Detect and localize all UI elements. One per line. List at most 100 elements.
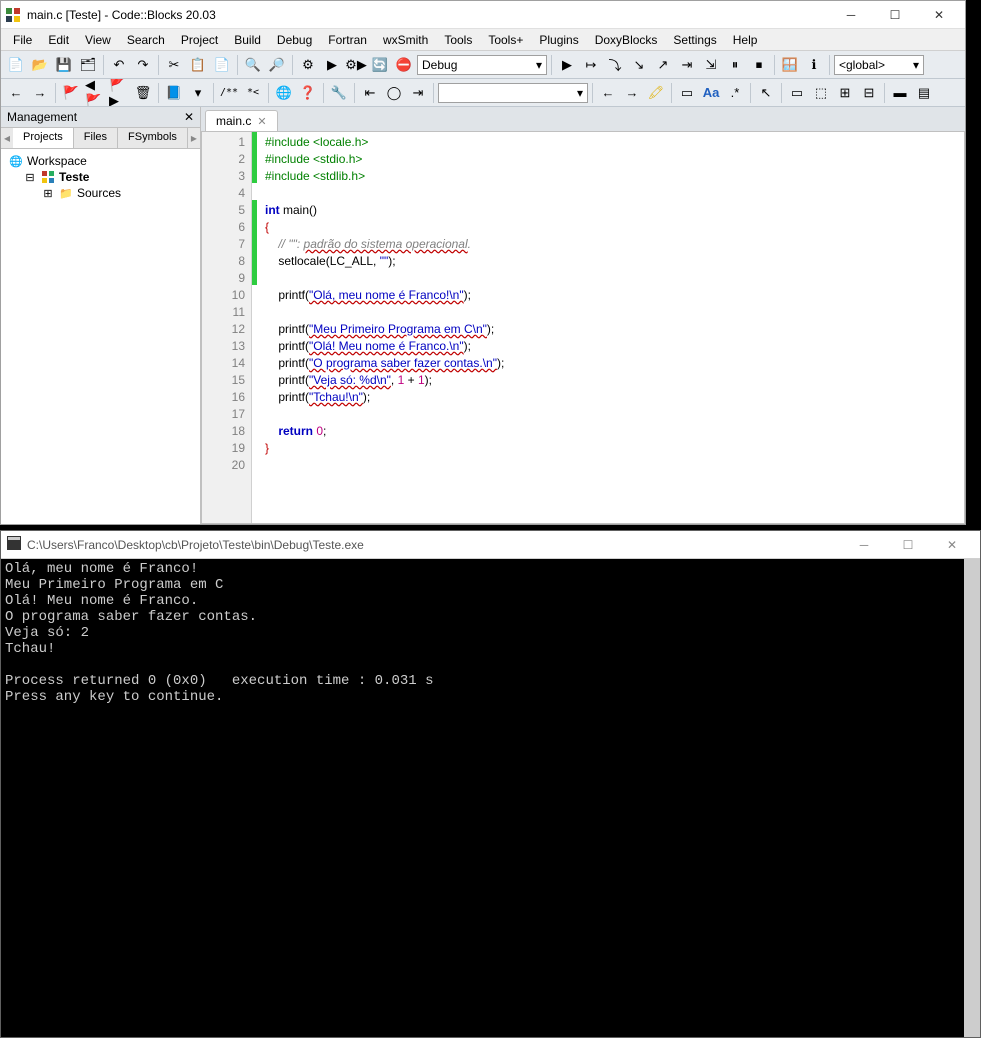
menu-tools[interactable]: Tools <box>436 31 480 49</box>
management-tab-next[interactable]: ▸ <box>188 128 200 148</box>
undo-icon[interactable]: ↶ <box>108 54 130 76</box>
tab-files[interactable]: Files <box>74 128 118 148</box>
abort-icon[interactable]: ⛔ <box>393 54 415 76</box>
editor-tab-mainc[interactable]: main.c ✕ <box>205 110 278 131</box>
tree-project[interactable]: ⊟ Teste <box>5 169 196 185</box>
jump-forward-icon[interactable]: ⇥ <box>407 82 429 104</box>
layout3-icon[interactable]: ⊞ <box>834 82 856 104</box>
new-icon[interactable]: 📄 <box>5 54 27 76</box>
layout4-icon[interactable]: ⊟ <box>858 82 880 104</box>
extract-docs-icon[interactable]: ▾ <box>187 82 209 104</box>
info-icon[interactable]: ℹ <box>803 54 825 76</box>
selection-icon[interactable]: ▭ <box>676 82 698 104</box>
menu-wxsmith[interactable]: wxSmith <box>375 31 436 49</box>
back-icon[interactable]: ← <box>5 82 27 104</box>
code-text[interactable]: #include <locale.h>#include <stdio.h>#in… <box>257 132 964 523</box>
expand-icon[interactable]: ⊟ <box>23 170 37 184</box>
copy-icon[interactable]: 📋 <box>187 54 209 76</box>
line-comment-icon[interactable]: *< <box>242 82 264 104</box>
save-icon[interactable]: 💾 <box>53 54 75 76</box>
step-out-icon[interactable]: ↗ <box>652 54 674 76</box>
editor-body[interactable]: 1234567891011121314151617181920 #include… <box>201 131 965 524</box>
close-button[interactable]: ✕ <box>917 1 961 29</box>
scope-dropdown[interactable]: <global>▾ <box>834 55 924 75</box>
console-maximize-button[interactable]: ☐ <box>886 531 930 559</box>
step-into-icon[interactable]: ↘ <box>628 54 650 76</box>
replace-icon[interactable]: 🔎 <box>266 54 288 76</box>
tab-fsymbols[interactable]: FSymbols <box>118 128 188 148</box>
menu-debug[interactable]: Debug <box>269 31 320 49</box>
regex-icon[interactable]: .* <box>724 82 746 104</box>
menu-doxyblocks[interactable]: DoxyBlocks <box>587 31 666 49</box>
menu-toolsplus[interactable]: Tools+ <box>480 31 531 49</box>
menu-help[interactable]: Help <box>725 31 766 49</box>
menu-project[interactable]: Project <box>173 31 226 49</box>
maximize-button[interactable]: ☐ <box>873 1 917 29</box>
layout5-icon[interactable]: ▬ <box>889 82 911 104</box>
menu-edit[interactable]: Edit <box>40 31 77 49</box>
buildrun-icon[interactable]: ⚙▶ <box>345 54 367 76</box>
expand-icon[interactable]: ⊞ <box>41 186 55 200</box>
cursor-icon[interactable]: ↖ <box>755 82 777 104</box>
jump-back-icon[interactable]: ⇤ <box>359 82 381 104</box>
console-minimize-button[interactable]: ─ <box>842 531 886 559</box>
menu-view[interactable]: View <box>77 31 119 49</box>
close-tab-icon[interactable]: ✕ <box>257 115 266 128</box>
bookmark-toggle-icon[interactable]: 🚩 <box>60 82 82 104</box>
run-icon[interactable]: ▶ <box>321 54 343 76</box>
doxygen-wizard-icon[interactable]: 📘 <box>163 82 185 104</box>
tree-sources-folder[interactable]: ⊞ 📁 Sources <box>5 185 196 201</box>
chm-docs-icon[interactable]: ❓ <box>297 82 319 104</box>
menu-plugins[interactable]: Plugins <box>531 31 586 49</box>
menu-settings[interactable]: Settings <box>665 31 724 49</box>
block-comment-icon[interactable]: /** <box>218 82 240 104</box>
find-icon[interactable]: 🔍 <box>242 54 264 76</box>
tree-workspace[interactable]: 🌐 Workspace <box>5 153 196 169</box>
match-case-icon[interactable]: Aa <box>700 82 722 104</box>
prev-result-icon[interactable]: ← <box>597 82 619 104</box>
tab-projects[interactable]: Projects <box>13 128 74 148</box>
config-icon[interactable]: 🔧 <box>328 82 350 104</box>
console-output[interactable]: Olá, meu nome é Franco! Meu Primeiro Pro… <box>1 559 980 1037</box>
management-close-icon[interactable]: ✕ <box>184 110 194 124</box>
step-instruction-icon[interactable]: ⇲ <box>700 54 722 76</box>
layout6-icon[interactable]: ▤ <box>913 82 935 104</box>
build-target-dropdown[interactable]: Debug▾ <box>417 55 547 75</box>
rebuild-icon[interactable]: 🔄 <box>369 54 391 76</box>
menu-file[interactable]: File <box>5 31 40 49</box>
folder-icon: 📁 <box>59 186 73 200</box>
management-tab-prev[interactable]: ◂ <box>1 128 13 148</box>
open-icon[interactable]: 📂 <box>29 54 51 76</box>
html-docs-icon[interactable]: 🌐 <box>273 82 295 104</box>
build-icon[interactable]: ⚙ <box>297 54 319 76</box>
management-panel: Management ✕ ◂ Projects Files FSymbols ▸… <box>1 107 201 524</box>
cut-icon[interactable]: ✂ <box>163 54 185 76</box>
next-instruction-icon[interactable]: ⇥ <box>676 54 698 76</box>
highlight-icon[interactable]: 🖍 <box>645 82 667 104</box>
next-result-icon[interactable]: → <box>621 82 643 104</box>
debug-continue-icon[interactable]: ▶ <box>556 54 578 76</box>
break-icon[interactable]: ⏸ <box>724 54 746 76</box>
bookmark-clear-icon[interactable]: 🗑 <box>132 82 154 104</box>
menu-fortran[interactable]: Fortran <box>320 31 375 49</box>
menu-search[interactable]: Search <box>119 31 173 49</box>
next-line-icon[interactable]: ⤵ <box>604 54 626 76</box>
forward-icon[interactable]: → <box>29 82 51 104</box>
console-close-button[interactable]: ✕ <box>930 531 974 559</box>
layout1-icon[interactable]: ▭ <box>786 82 808 104</box>
bookmark-prev-icon[interactable]: ◀🚩 <box>84 82 106 104</box>
bookmark-next-icon[interactable]: 🚩▶ <box>108 82 130 104</box>
redo-icon[interactable]: ↷ <box>132 54 154 76</box>
console-scrollbar[interactable] <box>964 559 980 1037</box>
jump-frame-icon[interactable]: ◯ <box>383 82 405 104</box>
minimize-button[interactable]: ─ <box>829 1 873 29</box>
stop-debug-icon[interactable]: ⏹ <box>748 54 770 76</box>
layout2-icon[interactable]: ⬚ <box>810 82 832 104</box>
project-tree[interactable]: 🌐 Workspace ⊟ Teste ⊞ 📁 Sources <box>1 149 200 524</box>
saveall-icon[interactable]: 🗂 <box>77 54 99 76</box>
menu-build[interactable]: Build <box>226 31 269 49</box>
search-dropdown[interactable]: ▾ <box>438 83 588 103</box>
run-to-cursor-icon[interactable]: ↦ <box>580 54 602 76</box>
paste-icon[interactable]: 📄 <box>211 54 233 76</box>
debugging-windows-icon[interactable]: 🪟 <box>779 54 801 76</box>
